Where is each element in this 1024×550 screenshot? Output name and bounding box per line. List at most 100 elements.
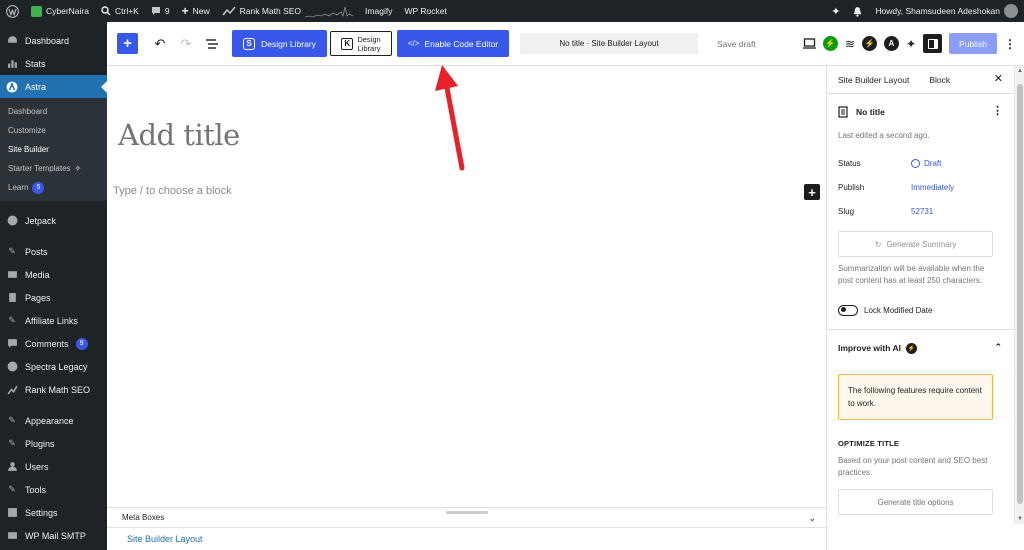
scroll-thumb[interactable] <box>1017 84 1023 504</box>
sidebar-item-astra[interactable]: Astra <box>0 75 107 98</box>
plus-icon: + <box>808 184 816 200</box>
document-overview-button[interactable] <box>202 34 222 54</box>
document-title-bar[interactable]: No title · Site Builder Layout <box>520 33 698 54</box>
sidebar-item-media[interactable]: Media <box>0 263 107 286</box>
sidebar-item-tools[interactable]: ✎ Tools <box>0 478 107 501</box>
users-icon <box>6 461 18 473</box>
wp-rocket-link[interactable]: WP Rocket <box>398 0 452 22</box>
slug-row: Slug 52731 <box>838 206 934 216</box>
save-draft-button[interactable]: Save draft <box>717 39 756 49</box>
settings-panel-toggle-button[interactable] <box>923 34 942 53</box>
panel-scrollbar[interactable]: ▲ ▼ <box>1014 66 1024 524</box>
sidebar-item-pages[interactable]: Pages <box>0 286 107 309</box>
optimize-title-description: Based on your post content and SEO best … <box>838 456 988 477</box>
scroll-down-icon[interactable]: ▼ <box>1016 516 1024 522</box>
comments-badge: 9 <box>75 337 88 350</box>
sidebar-item-settings[interactable]: Settings <box>0 501 107 524</box>
publish-button[interactable]: Publish <box>949 33 997 54</box>
rank-math-link[interactable]: Rank Math SEO <box>216 0 359 22</box>
submenu-starter-templates[interactable]: Starter Templates ✧ <box>0 159 107 178</box>
wp-logo-icon[interactable] <box>0 0 25 22</box>
add-block-button[interactable]: + <box>804 184 820 200</box>
slug-value-button[interactable]: 52731 <box>911 207 933 216</box>
generate-summary-button[interactable]: ↻ Generate Summary <box>838 231 993 257</box>
ai-assistant-icon[interactable]: ✦ <box>906 37 916 51</box>
document-summary-header: No title ⋮ <box>838 94 1003 130</box>
sidebar-item-jetpack[interactable]: Jetpack <box>0 209 107 232</box>
site-name-link[interactable]: CyberNaira <box>25 0 95 22</box>
submenu-site-builder[interactable]: Site Builder <box>0 140 107 159</box>
astra-icon <box>6 81 18 93</box>
site-logo-icon <box>31 5 42 17</box>
annotation-arrow <box>435 65 465 171</box>
tab-site-builder-layout[interactable]: Site Builder Layout <box>838 66 909 94</box>
enable-code-editor-button[interactable]: </> Enable Code Editor <box>397 30 509 57</box>
comment-icon <box>6 338 18 350</box>
publish-date-button[interactable]: Immediately <box>911 183 954 192</box>
improve-with-ai-header[interactable]: Improve with AI ⚡ ⌃ <box>827 329 1014 366</box>
wrench-icon: ✎ <box>8 484 16 494</box>
spectra-settings-icon[interactable]: ⚡ <box>861 36 877 51</box>
redo-button[interactable]: ↷ <box>176 34 196 54</box>
desktop-preview-icon <box>802 38 816 49</box>
sidebar-item-rank-math[interactable]: Rank Math SEO <box>0 378 107 401</box>
content-required-notice: The following features require content t… <box>838 374 993 420</box>
jetpack-boost-icon[interactable]: ⚡ <box>822 36 838 51</box>
more-options-icon[interactable]: ⋮ <box>992 104 1003 117</box>
sidebar-item-users[interactable]: Users <box>0 455 107 478</box>
command-palette-button[interactable]: Ctrl+K <box>95 0 145 22</box>
sidebar-item-affiliate-links[interactable]: ✎ Affiliate Links <box>0 309 107 332</box>
sidebar-item-dashboard[interactable]: Dashboard <box>0 29 107 52</box>
sidebar-item-wp-mail-smtp[interactable]: WP Mail SMTP <box>0 524 107 547</box>
plus-icon: + <box>181 4 189 18</box>
default-block-appender[interactable]: Type / to choose a block <box>113 185 232 197</box>
sidebar-item-stats[interactable]: Stats <box>0 52 107 75</box>
comments-link[interactable]: 9 <box>145 0 176 22</box>
sidebar-item-spectra-legacy[interactable]: Spectra Legacy <box>0 355 107 378</box>
options-menu-button[interactable]: ⋮ <box>1004 37 1016 51</box>
submenu-customize[interactable]: Customize <box>0 121 107 140</box>
new-content-link[interactable]: + New <box>176 0 216 22</box>
sidebar-icon <box>927 38 938 49</box>
astra-submenu: Dashboard Customize Site Builder Starter… <box>0 98 107 201</box>
sidebar-item-appearance[interactable]: ✎ Appearance <box>0 409 107 432</box>
link-icon: ✎ <box>8 315 16 325</box>
refresh-icon: ↻ <box>874 239 882 249</box>
sidebar-item-plugins[interactable]: ✎ Plugins <box>0 432 107 455</box>
preview-button[interactable] <box>802 38 816 49</box>
sparkle-icon: ✧ <box>74 164 82 173</box>
tab-block[interactable]: Block <box>929 75 950 85</box>
undo-button[interactable]: ↶ <box>150 34 170 54</box>
last-edited-text: Last edited a second ago. <box>838 131 930 140</box>
plus-icon: + <box>123 35 132 52</box>
block-breadcrumb[interactable]: Site Builder Layout <box>107 527 826 550</box>
meta-boxes-bar[interactable]: Meta Boxes ⌄ <box>107 507 826 527</box>
submenu-learn[interactable]: Learn 5 <box>0 178 107 197</box>
kadence-design-library-button[interactable]: K Design Library <box>330 31 392 56</box>
scroll-up-icon[interactable]: ▲ <box>1016 68 1024 74</box>
my-account-link[interactable]: Howdy, Shamsudeen Adeshokan <box>869 0 1024 22</box>
imagify-link[interactable]: Imagify <box>359 0 398 22</box>
design-library-button[interactable]: S Design Library <box>232 30 327 57</box>
ai-sparkle-icon[interactable]: ✦ <box>825 0 846 22</box>
search-icon <box>101 6 111 16</box>
notification-bell-icon[interactable] <box>846 0 869 22</box>
rankmath-icon <box>6 384 18 396</box>
sidebar-item-comments[interactable]: Comments 9 <box>0 332 107 355</box>
astra-settings-icon[interactable]: A <box>883 36 899 51</box>
lock-modified-date-toggle[interactable] <box>838 304 858 316</box>
submenu-dashboard[interactable]: Dashboard <box>0 102 107 121</box>
sidebar-item-posts[interactable]: ✎ Posts <box>0 240 107 263</box>
block-inserter-button[interactable]: + <box>117 33 138 54</box>
status-value-button[interactable]: Draft <box>911 158 941 168</box>
brush-icon: ✎ <box>8 415 16 425</box>
resize-handle[interactable] <box>446 511 488 514</box>
chevron-down-icon[interactable]: ⌄ <box>808 513 816 524</box>
rank-math-score-icon[interactable]: ≋ <box>845 37 855 51</box>
redo-icon: ↷ <box>180 35 192 51</box>
post-title-input[interactable]: Add title <box>118 118 240 152</box>
generate-title-options-button[interactable]: Generate title options <box>838 489 993 515</box>
plug-icon: ✎ <box>8 438 16 448</box>
undo-icon: ↶ <box>154 35 166 51</box>
close-icon[interactable]: ✕ <box>994 72 1003 85</box>
